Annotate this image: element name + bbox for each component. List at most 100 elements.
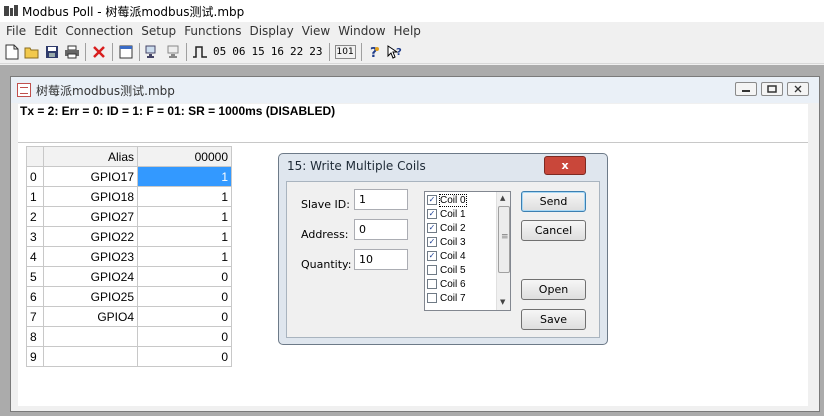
row-index: 9 xyxy=(26,346,44,367)
menu-edit[interactable]: Edit xyxy=(30,22,61,40)
function-06-button[interactable]: 06 xyxy=(229,42,248,62)
quantity-label: Quantity: xyxy=(301,258,352,271)
menu-bar: File Edit Connection Setup Functions Dis… xyxy=(0,22,824,40)
coil-label: Coil 6 xyxy=(440,278,466,290)
table-row[interactable]: 2 GPIO27 1 xyxy=(26,206,232,227)
connect-icon[interactable] xyxy=(143,42,163,62)
scroll-up-arrow-icon[interactable]: ▲ xyxy=(500,194,505,202)
table-header-row: Alias 00000 xyxy=(26,146,232,167)
status-line: Tx = 2: Err = 0: ID = 1: F = 01: SR = 10… xyxy=(18,104,808,142)
coil-label: Coil 0 xyxy=(439,193,467,207)
print-icon[interactable] xyxy=(62,42,82,62)
menu-help[interactable]: Help xyxy=(390,22,425,40)
row-value[interactable]: 0 xyxy=(137,306,232,327)
menu-file[interactable]: File xyxy=(2,22,30,40)
context-help-icon[interactable]: ? xyxy=(385,42,405,62)
row-index: 5 xyxy=(26,266,44,287)
checkbox-checked-icon[interactable]: ✓ xyxy=(427,195,437,205)
menu-display[interactable]: Display xyxy=(245,22,297,40)
coil-checkbox-0[interactable]: ✓ Coil 0 xyxy=(427,193,467,207)
row-value[interactable]: 0 xyxy=(137,326,232,347)
coil-checkbox-2[interactable]: ✓ Coil 2 xyxy=(427,222,466,234)
open-button[interactable]: Open xyxy=(521,279,586,300)
table-row[interactable]: 0 GPIO17 1 xyxy=(26,166,232,187)
row-alias[interactable]: GPIO23 xyxy=(43,246,138,267)
address-header[interactable]: 00000 xyxy=(137,146,232,167)
row-alias[interactable]: GPIO4 xyxy=(43,306,138,327)
coil-list-scrollbar[interactable]: ▲ ▼ xyxy=(496,192,510,310)
coil-checkbox-4[interactable]: ✓ Coil 4 xyxy=(427,250,466,262)
minimize-button[interactable] xyxy=(735,82,757,96)
table-row[interactable]: 3 GPIO22 1 xyxy=(26,226,232,247)
coil-checkbox-7[interactable]: Coil 7 xyxy=(427,292,466,304)
table-row[interactable]: 8 0 xyxy=(26,326,232,347)
coil-list[interactable]: ✓ Coil 0 ✓ Coil 1 ✓ Coil 2 ✓ Coil 3 ✓ Co… xyxy=(424,191,511,311)
row-alias[interactable]: GPIO27 xyxy=(43,206,138,227)
help-icon[interactable]: ? xyxy=(365,42,385,62)
row-alias[interactable]: GPIO18 xyxy=(43,186,138,207)
row-value[interactable]: 1 xyxy=(137,206,232,227)
slave-id-input[interactable] xyxy=(354,189,408,210)
menu-view[interactable]: View xyxy=(298,22,334,40)
delete-icon[interactable] xyxy=(89,42,109,62)
checkbox-checked-icon[interactable]: ✓ xyxy=(427,223,437,233)
coil-checkbox-5[interactable]: Coil 5 xyxy=(427,264,466,276)
checkbox-unchecked-icon[interactable] xyxy=(427,293,437,303)
scroll-down-arrow-icon[interactable]: ▼ xyxy=(500,298,505,306)
menu-window[interactable]: Window xyxy=(334,22,389,40)
row-alias[interactable] xyxy=(43,346,138,367)
row-alias[interactable]: GPIO22 xyxy=(43,226,138,247)
address-input[interactable] xyxy=(354,219,408,240)
table-row[interactable]: 1 GPIO18 1 xyxy=(26,186,232,207)
pulse-icon[interactable] xyxy=(190,42,210,62)
function-05-button[interactable]: 05 xyxy=(210,42,229,62)
menu-setup[interactable]: Setup xyxy=(137,22,180,40)
row-alias[interactable]: GPIO25 xyxy=(43,286,138,307)
function-16-button[interactable]: 16 xyxy=(268,42,287,62)
function-15-button[interactable]: 15 xyxy=(249,42,268,62)
quantity-input[interactable] xyxy=(354,249,408,270)
save-button[interactable]: Save xyxy=(521,309,586,330)
table-row[interactable]: 4 GPIO23 1 xyxy=(26,246,232,267)
coil-checkbox-6[interactable]: Coil 6 xyxy=(427,278,466,290)
checkbox-checked-icon[interactable]: ✓ xyxy=(427,209,437,219)
table-row[interactable]: 9 0 xyxy=(26,346,232,367)
row-value[interactable]: 0 xyxy=(137,286,232,307)
svg-text:?: ? xyxy=(396,47,402,58)
close-document-button[interactable] xyxy=(787,82,809,96)
function-23-button[interactable]: 23 xyxy=(306,42,325,62)
menu-connection[interactable]: Connection xyxy=(61,22,137,40)
row-value[interactable]: 1 xyxy=(137,186,232,207)
table-row[interactable]: 5 GPIO24 0 xyxy=(26,266,232,287)
function-22-button[interactable]: 22 xyxy=(287,42,306,62)
coil-checkbox-1[interactable]: ✓ Coil 1 xyxy=(427,208,466,220)
cancel-button[interactable]: Cancel xyxy=(521,220,586,241)
row-alias[interactable]: GPIO24 xyxy=(43,266,138,287)
checkbox-unchecked-icon[interactable] xyxy=(427,265,437,275)
table-row[interactable]: 7 GPIO4 0 xyxy=(26,306,232,327)
maximize-button[interactable] xyxy=(761,82,783,96)
dialog-close-button[interactable]: x xyxy=(544,156,586,175)
row-alias[interactable] xyxy=(43,326,138,347)
disconnect-icon[interactable] xyxy=(163,42,183,62)
window-icon[interactable] xyxy=(116,42,136,62)
row-alias[interactable]: GPIO17 xyxy=(43,166,138,187)
save-disk-icon[interactable] xyxy=(42,42,62,62)
menu-functions[interactable]: Functions xyxy=(180,22,245,40)
row-value[interactable]: 1 xyxy=(137,246,232,267)
checkbox-unchecked-icon[interactable] xyxy=(427,279,437,289)
row-value[interactable]: 1 xyxy=(137,166,232,187)
open-folder-icon[interactable] xyxy=(22,42,42,62)
checkbox-checked-icon[interactable]: ✓ xyxy=(427,251,437,261)
communication-101-button[interactable]: 101 xyxy=(334,44,356,59)
alias-header[interactable]: Alias xyxy=(43,146,138,167)
table-row[interactable]: 6 GPIO25 0 xyxy=(26,286,232,307)
coil-checkbox-3[interactable]: ✓ Coil 3 xyxy=(427,236,466,248)
row-value[interactable]: 0 xyxy=(137,346,232,367)
row-value[interactable]: 1 xyxy=(137,226,232,247)
row-value[interactable]: 0 xyxy=(137,266,232,287)
scrollbar-thumb[interactable] xyxy=(498,206,510,273)
send-button[interactable]: Send xyxy=(521,191,586,212)
checkbox-checked-icon[interactable]: ✓ xyxy=(427,237,437,247)
new-file-icon[interactable] xyxy=(2,42,22,62)
